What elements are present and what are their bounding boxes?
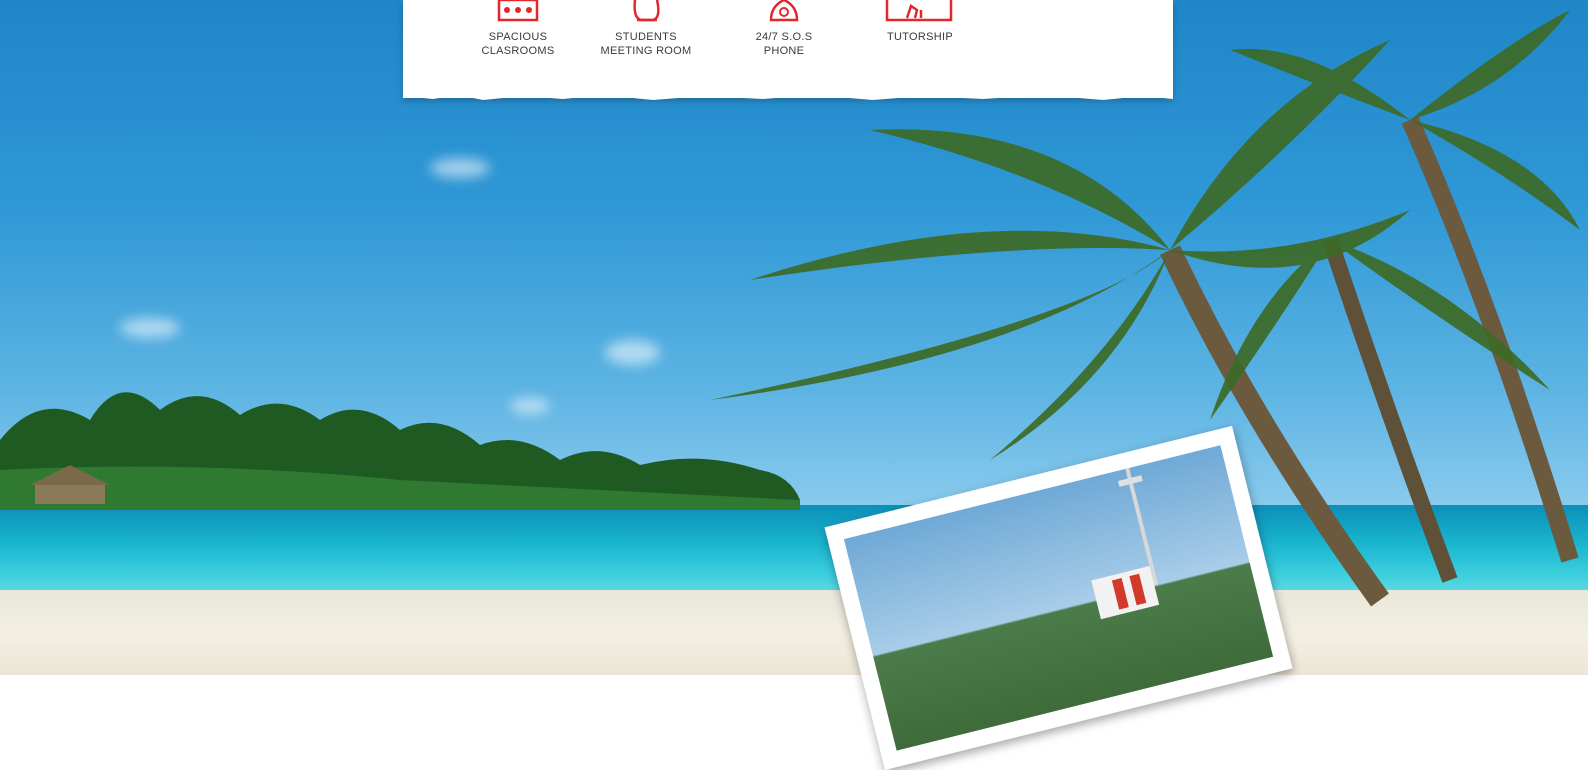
phone-icon [769, 0, 799, 22]
feature-label: STUDENTS MEETING ROOM [600, 31, 692, 57]
torn-edge [403, 94, 1173, 100]
cloud [120, 318, 180, 338]
feature-tutorship: TUTORSHIP [860, 0, 980, 44]
tutorship-icon [885, 0, 953, 22]
feature-classrooms: SPACIOUS CLASROOMS [458, 0, 578, 58]
meeting-room-icon [633, 0, 660, 22]
feature-label: 24/7 S.O.S PHONE [755, 31, 813, 57]
feature-label: TUTORSHIP [886, 31, 954, 43]
cloud [430, 158, 490, 178]
features-card: SPACIOUS CLASROOMS STUDENTS MEETING ROOM… [403, 0, 1173, 100]
feature-sos-phone: 24/7 S.O.S PHONE [724, 0, 844, 58]
classroom-icon [497, 0, 539, 22]
feature-meeting-room: STUDENTS MEETING ROOM [586, 0, 706, 58]
feature-label: SPACIOUS CLASROOMS [481, 31, 555, 57]
